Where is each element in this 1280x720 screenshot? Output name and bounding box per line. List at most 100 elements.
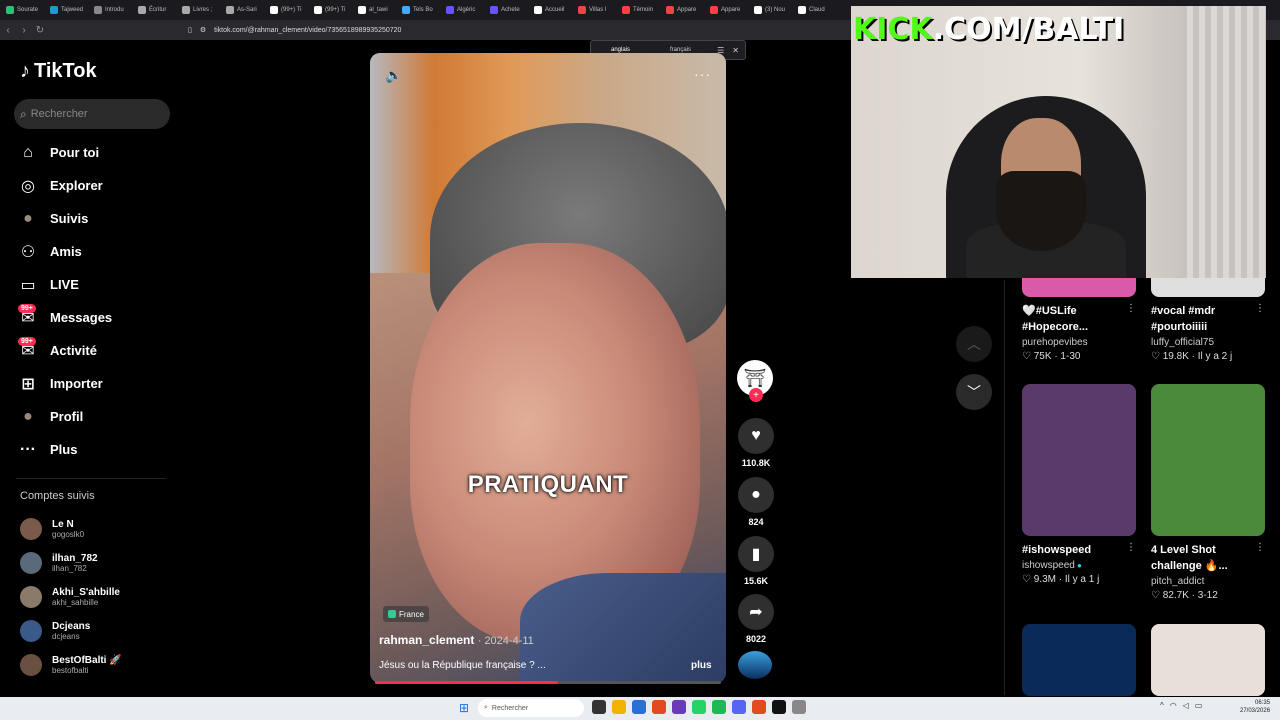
- speaker-icon[interactable]: ◁: [1183, 701, 1189, 710]
- nav-item-plus[interactable]: ··· Plus: [18, 433, 168, 466]
- browser-tab[interactable]: Accueil: [528, 0, 572, 20]
- suggestion-user[interactable]: ishowspeed ●: [1022, 560, 1136, 571]
- browser-tab[interactable]: Écritur: [132, 0, 176, 20]
- file-explorer-icon[interactable]: [612, 700, 626, 714]
- browser-tab[interactable]: Claud: [792, 0, 836, 20]
- nav-item-activit[interactable]: ✉ 99+ Activité: [18, 334, 168, 367]
- nav-item-live[interactable]: ▭ LIVE: [18, 268, 168, 301]
- share-icon[interactable]: ➦: [738, 594, 774, 630]
- suggestion-thumbnail[interactable]: [1022, 624, 1136, 696]
- address-bar[interactable]: ▯ ⚙ tiktok.com/@rahman_clement/video/735…: [188, 22, 748, 38]
- suggestion-user[interactable]: luffy_official75: [1151, 337, 1265, 348]
- following-item[interactable]: Dcjeans dcjeans: [20, 614, 180, 648]
- suggestion-card[interactable]: [1022, 624, 1136, 696]
- browser-tab[interactable]: As-Sari: [220, 0, 264, 20]
- suggestion-card[interactable]: ⋮ #ishowspeed ishowspeed ● ♡ 9.3M · Il y a …: [1022, 384, 1136, 585]
- kebab-menu-icon[interactable]: ⋮: [1255, 303, 1265, 314]
- following-item[interactable]: Akhi_S'ahbille akhi_sahbille: [20, 580, 180, 614]
- forward-icon[interactable]: ›: [16, 20, 32, 40]
- author-name[interactable]: rahman_clement: [379, 633, 474, 647]
- browser-tab[interactable]: Livres ;: [176, 0, 220, 20]
- chevron-up-icon[interactable]: ^: [1160, 701, 1164, 710]
- discord-icon[interactable]: [732, 700, 746, 714]
- kebab-menu-icon[interactable]: ⋮: [1255, 542, 1265, 553]
- app-icon[interactable]: [672, 700, 686, 714]
- nav-item-amis[interactable]: ⚇ Amis: [18, 235, 168, 268]
- nav-item-suivis[interactable]: ● Suivis: [18, 202, 168, 235]
- back-icon[interactable]: ‹: [0, 20, 16, 40]
- bookmark-icon[interactable]: ▯: [188, 26, 192, 34]
- suggestion-title[interactable]: #vocal #mdr #pourtoiiiii: [1151, 303, 1265, 335]
- spotify-icon[interactable]: [712, 700, 726, 714]
- volume-icon[interactable]: 🔈: [385, 67, 402, 84]
- battery-icon[interactable]: ▭: [1195, 701, 1203, 710]
- browser-tab[interactable]: Algéric: [440, 0, 484, 20]
- previous-video-button[interactable]: ︿: [956, 326, 992, 362]
- windows-start-icon[interactable]: ⊞: [459, 702, 471, 714]
- save-action[interactable]: ▮ 15.6K: [736, 536, 776, 586]
- video-progress-bar[interactable]: [375, 681, 721, 684]
- close-icon[interactable]: ✕: [732, 46, 739, 55]
- reload-icon[interactable]: ↻: [32, 20, 48, 40]
- brave-icon[interactable]: [652, 700, 666, 714]
- browser-tab[interactable]: Achete: [484, 0, 528, 20]
- suggestion-thumbnail[interactable]: [1151, 624, 1265, 696]
- browser-tab[interactable]: Témoin: [616, 0, 660, 20]
- taskbar-search[interactable]: ⌕ Rechercher: [478, 699, 584, 717]
- browser-tab[interactable]: Tels Bo: [396, 0, 440, 20]
- brave-alt-icon[interactable]: [752, 700, 766, 714]
- creator-avatar[interactable]: ⛩ +: [737, 360, 773, 402]
- notion-icon[interactable]: [772, 700, 786, 714]
- video-author[interactable]: rahman_clement · 2024-4-11: [379, 633, 534, 647]
- follow-plus-icon[interactable]: +: [749, 388, 763, 402]
- taskbar-clock[interactable]: 06:35 27/03/2026: [1240, 699, 1270, 715]
- suggestion-user[interactable]: pitch_addict: [1151, 576, 1265, 587]
- following-item[interactable]: BestOfBalti 🚀 bestofbalti: [20, 648, 180, 682]
- comment-action[interactable]: ● 824: [736, 477, 776, 527]
- suggestion-title[interactable]: 🤍#USLife #Hopecore...: [1022, 303, 1136, 335]
- nav-item-messages[interactable]: ✉ 99+ Messages: [18, 301, 168, 334]
- suggestion-title[interactable]: #ishowspeed: [1022, 542, 1136, 558]
- nav-item-importer[interactable]: ⊞ Importer: [18, 367, 168, 400]
- suggestion-title[interactable]: 4 Level Shot challenge 🔥...: [1151, 542, 1265, 574]
- taskview-icon[interactable]: [592, 700, 606, 714]
- browser-tab[interactable]: Introdu: [88, 0, 132, 20]
- whatsapp-icon[interactable]: [692, 700, 706, 714]
- nav-item-profil[interactable]: ● Profil: [18, 400, 168, 433]
- suggestion-card[interactable]: [1151, 624, 1265, 696]
- kebab-menu-icon[interactable]: ⋮: [1126, 303, 1136, 314]
- settings-icon[interactable]: [792, 700, 806, 714]
- bookmark-save-icon[interactable]: ▮: [738, 536, 774, 572]
- see-more-link[interactable]: plus: [691, 660, 712, 671]
- suggestion-thumbnail[interactable]: [1151, 384, 1265, 536]
- heart-icon[interactable]: ♥: [738, 418, 774, 454]
- suggestion-thumbnail[interactable]: [1022, 384, 1136, 536]
- store-icon[interactable]: [632, 700, 646, 714]
- tiktok-logo[interactable]: ♪ TikTok: [20, 60, 97, 83]
- browser-tab[interactable]: Appare: [704, 0, 748, 20]
- browser-tab[interactable]: (99+) Ti: [308, 0, 352, 20]
- kebab-menu-icon[interactable]: ⋮: [1126, 542, 1136, 553]
- browser-tab[interactable]: (3) Nou: [748, 0, 792, 20]
- following-item[interactable]: Le Ngogoslk0: [20, 512, 180, 546]
- wifi-icon[interactable]: ◠: [1170, 701, 1177, 710]
- share-action[interactable]: ➦ 8022: [736, 594, 776, 644]
- nav-item-explorer[interactable]: ◎ Explorer: [18, 169, 168, 202]
- more-options-icon[interactable]: ···: [694, 66, 711, 82]
- site-settings-icon[interactable]: ⚙: [200, 26, 206, 34]
- browser-tab[interactable]: (99+) Ti: [264, 0, 308, 20]
- browser-tab[interactable]: Tajweed: [44, 0, 88, 20]
- browser-tab[interactable]: al_tawi: [352, 0, 396, 20]
- browser-tab[interactable]: Appare: [660, 0, 704, 20]
- location-tag[interactable]: France: [383, 606, 429, 622]
- browser-tab[interactable]: Sourate: [0, 0, 44, 20]
- suggestion-user[interactable]: purehopevibes: [1022, 337, 1136, 348]
- video-player[interactable]: PRATIQUANT: [370, 53, 726, 683]
- search-input[interactable]: ⌕ Rechercher: [14, 99, 170, 129]
- next-video-button[interactable]: ﹀: [956, 374, 992, 410]
- following-item[interactable]: ilhan_782 ilhan_782: [20, 546, 180, 580]
- like-action[interactable]: ♥ 110.8K: [736, 418, 776, 468]
- browser-tab[interactable]: Villas I: [572, 0, 616, 20]
- nav-item-pourtoi[interactable]: ⌂ Pour toi: [18, 136, 168, 169]
- music-disc-icon[interactable]: [738, 651, 772, 679]
